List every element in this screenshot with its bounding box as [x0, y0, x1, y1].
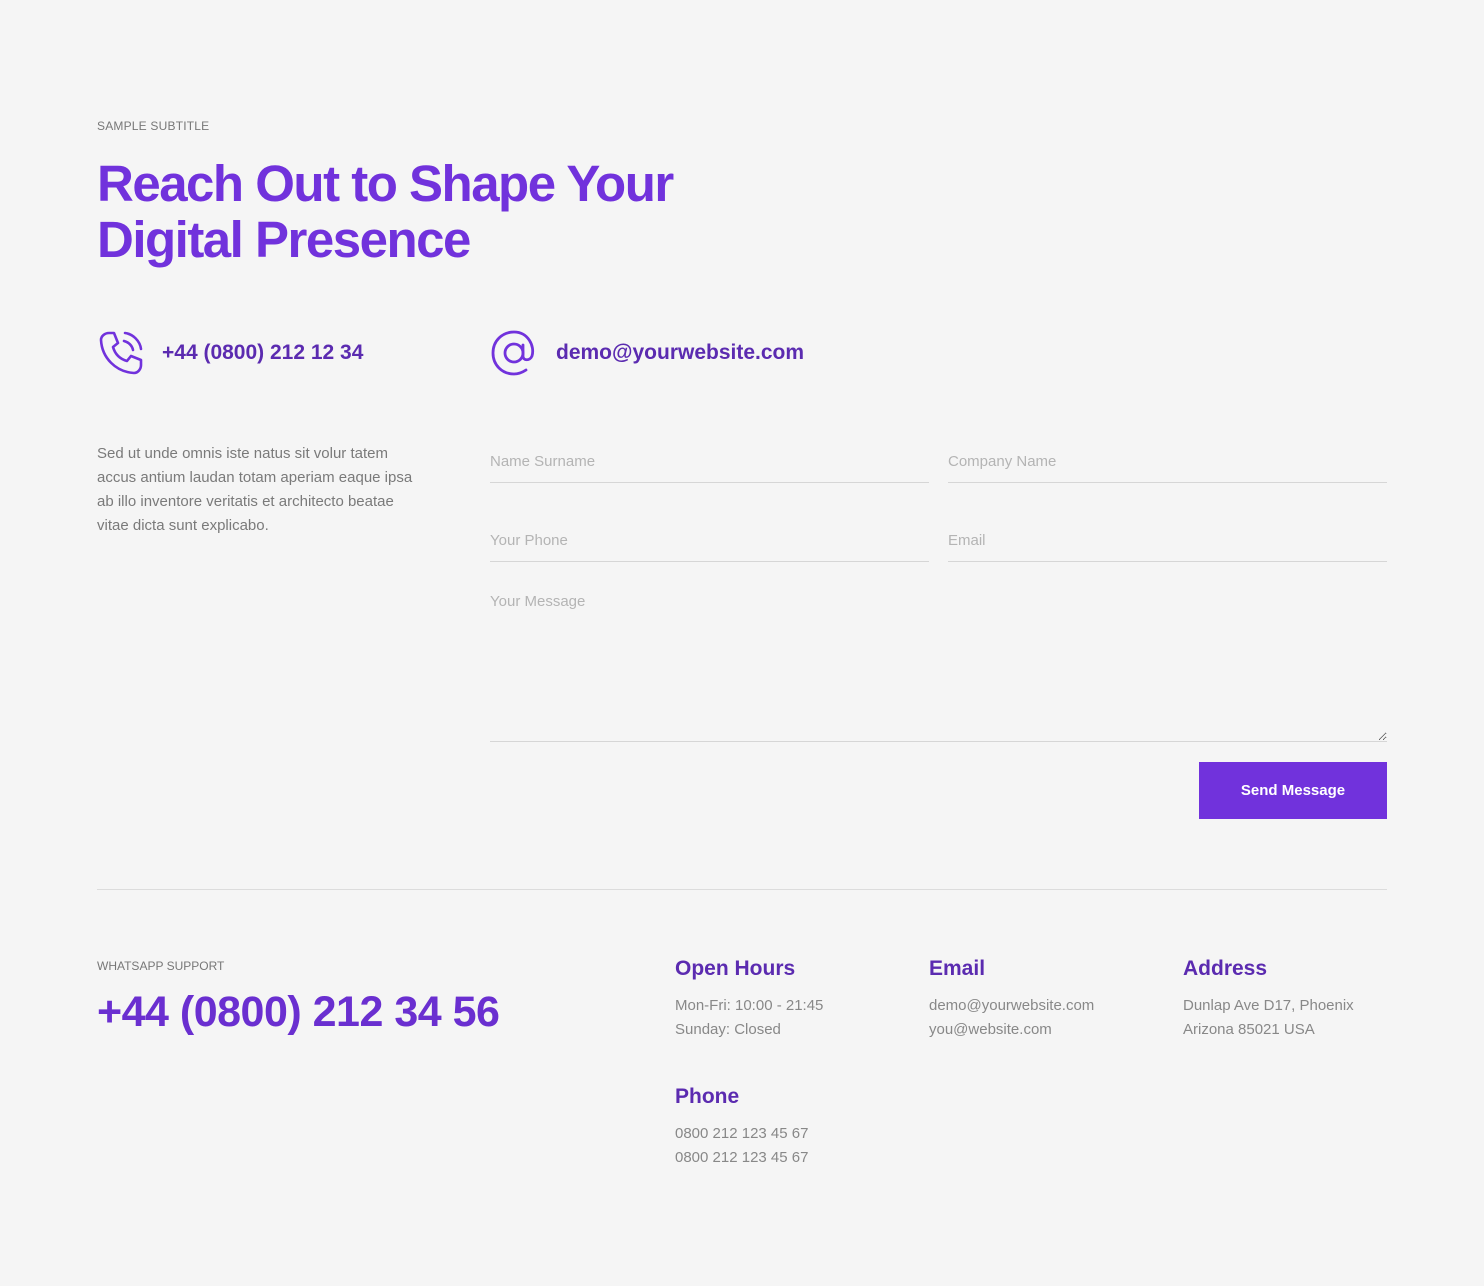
section-subtitle: SAMPLE SUBTITLE: [97, 119, 210, 133]
email-link[interactable]: demo@yourwebsite.com: [929, 994, 1149, 1018]
email-input[interactable]: [948, 520, 1387, 562]
whatsapp-label: WHATSAPP SUPPORT: [97, 959, 225, 973]
email-link[interactable]: you@website.com: [929, 1018, 1149, 1042]
page-title: Reach Out to Shape Your Digital Presence: [97, 155, 674, 268]
phone-link[interactable]: 0800 212 123 45 67: [675, 1122, 895, 1146]
at-sign-icon: [491, 330, 535, 376]
contact-email[interactable]: demo@yourwebsite.com: [556, 341, 804, 365]
contact-phone-number[interactable]: +44 (0800) 212 12 34: [162, 341, 363, 365]
intro-text: Sed ut unde omnis iste natus sit volur t…: [97, 445, 413, 534]
open-hours-line: Sunday: Closed: [675, 1021, 781, 1038]
phone-input[interactable]: [490, 520, 929, 562]
address-line: Dunlap Ave D17, Phoenix: [1183, 997, 1354, 1014]
open-hours-title: Open Hours: [675, 957, 796, 980]
message-textarea[interactable]: [490, 592, 1387, 742]
name-input[interactable]: [490, 441, 929, 483]
phone-block: Phone 0800 212 123 45 67 0800 212 123 45…: [675, 1084, 895, 1170]
open-hours-line: Mon-Fri: 10:00 - 21:45: [675, 997, 824, 1014]
email-block-title: Email: [929, 957, 986, 980]
phone-block-title: Phone: [675, 1085, 740, 1108]
send-message-button[interactable]: Send Message: [1199, 762, 1387, 819]
whatsapp-number[interactable]: +44 (0800) 212 34 56: [97, 988, 500, 1037]
phone-ringing-icon: [99, 331, 143, 375]
address-title: Address: [1183, 957, 1268, 980]
phone-contact[interactable]: +44 (0800) 212 12 34: [97, 329, 363, 377]
phone-link[interactable]: 0800 212 123 45 67: [675, 1146, 895, 1170]
open-hours-block: Open Hours Mon-Fri: 10:00 - 21:45 Sunday…: [675, 956, 895, 1042]
divider: [97, 889, 1387, 890]
email-contact[interactable]: demo@yourwebsite.com: [490, 329, 804, 377]
address-block: Address Dunlap Ave D17, Phoenix Arizona …: [1183, 956, 1403, 1042]
company-input[interactable]: [948, 441, 1387, 483]
email-block: Email demo@yourwebsite.com you@website.c…: [929, 956, 1149, 1042]
address-line: Arizona 85021 USA: [1183, 1021, 1315, 1038]
